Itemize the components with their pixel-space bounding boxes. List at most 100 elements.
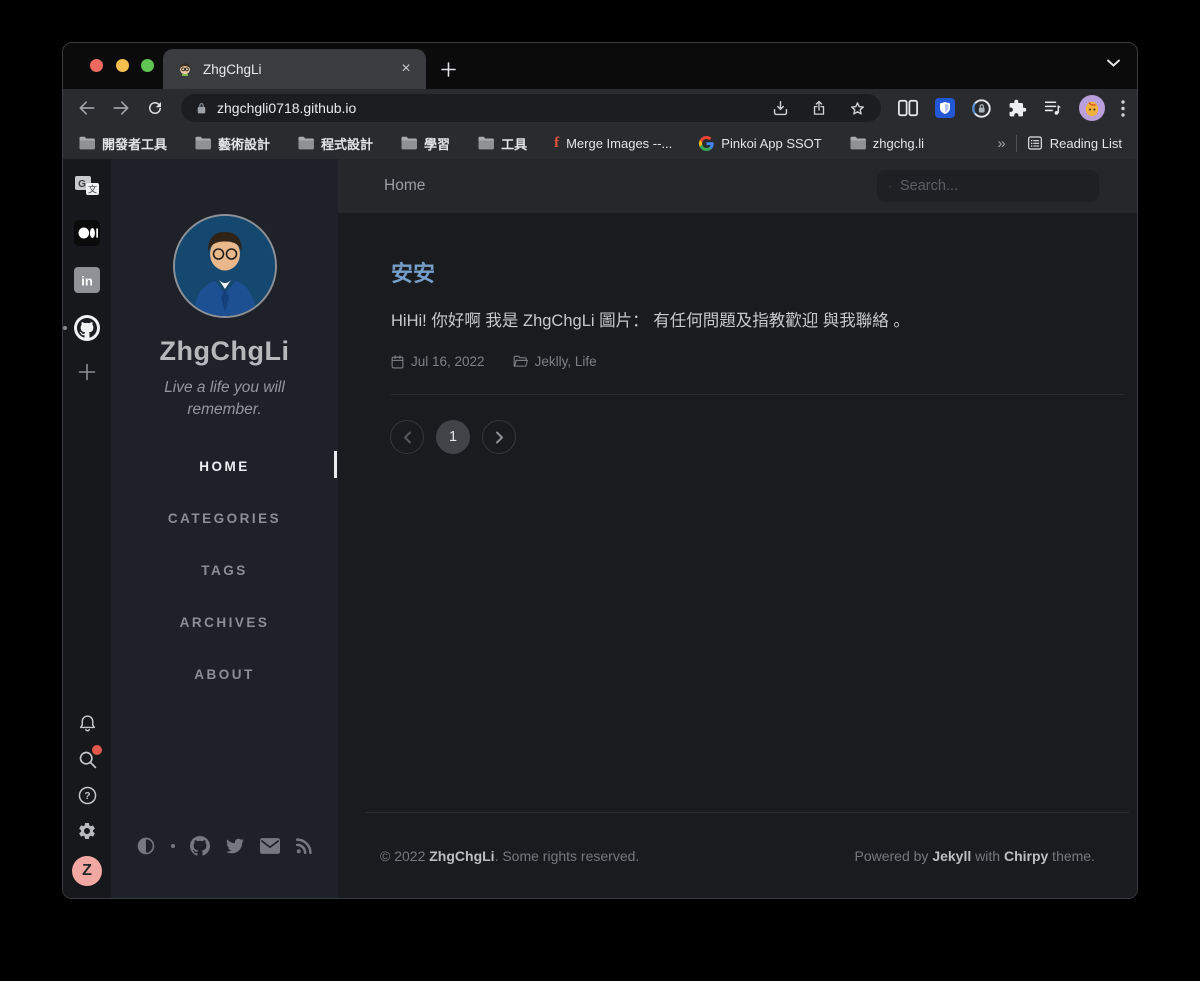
browser-tab[interactable]: ZhgChgLi × [163,49,426,89]
tab-search-chevron-icon[interactable] [1106,58,1121,68]
copyright-text: © 2022 ZhgChgLi. Some rights reserved. [380,848,639,864]
calendar-icon [391,355,404,369]
bookmarks-divider [1016,135,1017,152]
folder-icon [849,136,866,150]
search-input[interactable] [900,178,1087,194]
folder-open-icon [513,355,528,368]
sidebar-item-archives[interactable]: ARCHIVES [111,597,338,649]
tab-close-icon[interactable]: × [396,59,416,79]
notifications-bell-icon[interactable] [77,713,98,734]
previous-page-button[interactable] [390,420,424,454]
page-topbar: Home [338,159,1137,213]
sidebar-item-categories[interactable]: CATEGORIES [111,493,338,545]
svg-text:?: ? [84,791,90,802]
window-controls [90,59,154,72]
folder-icon [297,136,314,150]
post-categories[interactable]: Jeklly, Life [513,354,597,369]
lock-icon[interactable] [195,101,208,116]
google-translate-tab-icon[interactable]: G 文 [74,173,100,199]
add-tab-plus-icon[interactable] [78,363,96,381]
media-playlist-icon[interactable] [1043,99,1063,117]
post-date: Jul 16, 2022 [391,354,485,369]
bookmarks-bar: 開發者工具 藝術設計 程式設計 學習 工具 f Merge Images --.… [63,127,1137,159]
bookmark-folder-art[interactable]: 藝術設計 [194,134,270,153]
reload-icon[interactable] [141,94,169,122]
blog-sidebar: ZhgChgLi Live a life you will remember. … [111,159,338,898]
address-bar[interactable]: zhgchgli0718.github.io [181,94,881,122]
help-icon[interactable]: ? [77,785,98,806]
user-profile-avatar[interactable]: Z [72,856,102,886]
site-search[interactable] [877,170,1099,202]
email-link-icon[interactable] [260,838,280,854]
bookmark-folder-programming[interactable]: 程式設計 [297,134,373,153]
tab-title: ZhgChgLi [203,62,386,77]
download-icon[interactable] [771,99,790,118]
sidebar-item-home[interactable]: HOME [111,441,338,493]
bookmark-folder-zhgchgli[interactable]: zhgchg.li [849,136,924,151]
github-tab-icon[interactable] [73,314,101,342]
back-icon[interactable] [73,94,101,122]
reading-list-button[interactable]: Reading List [1027,135,1122,151]
split-view-icon[interactable] [897,98,919,118]
zoom-window-button[interactable] [141,59,154,72]
linkedin-tab-icon[interactable]: in [74,267,100,293]
minimize-window-button[interactable] [116,59,129,72]
svg-text:G: G [78,179,86,190]
post-title-link[interactable]: 安安 [391,256,1089,288]
twitter-link-icon[interactable] [225,837,245,855]
rail-search-icon[interactable] [77,749,98,770]
share-icon[interactable] [810,99,828,118]
notification-badge [92,745,102,755]
jekyll-link[interactable]: Jekyll [932,848,971,864]
site-title[interactable]: ZhgChgLi [160,336,290,367]
folder-icon [78,136,95,150]
svg-text:文: 文 [88,184,97,196]
sidebar-nav: HOME CATEGORIES TAGS ARCHIVES ABOUT [111,441,338,701]
extensions-puzzle-icon[interactable] [1008,99,1027,118]
forward-icon[interactable] [107,94,135,122]
rss-link-icon[interactable] [295,837,313,855]
profile-avatar[interactable] [1079,95,1105,121]
pagination: 1 [390,420,1137,454]
svg-text:in: in [81,274,93,289]
settings-gear-icon[interactable] [77,821,97,841]
site-favicon [177,61,193,77]
browser-menu-kebab-icon[interactable] [1121,100,1125,117]
profile-photo-avatar[interactable] [173,214,277,318]
bookmark-star-icon[interactable] [848,99,867,118]
separator-dot [171,844,175,848]
folder-icon [400,136,417,150]
folder-icon [477,136,494,150]
google-icon [699,136,714,151]
medium-tab-icon[interactable] [74,220,100,246]
current-page-button[interactable]: 1 [436,420,470,454]
bookmark-folder-learning[interactable]: 學習 [400,134,450,153]
powered-by-text: Powered by Jekyll with Chirpy theme. [855,848,1096,864]
content-divider [391,394,1124,395]
main-panel: Home 安安 HiHi! 你好啊 我是 ZhgChgLi 圖片： 有任何問題及… [338,159,1137,898]
github-link-icon[interactable] [190,836,210,856]
sidebar-item-tags[interactable]: TAGS [111,545,338,597]
post-excerpt: HiHi! 你好啊 我是 ZhgChgLi 圖片： 有任何問題及指教歡迎 與我聯… [391,307,1089,331]
new-tab-button[interactable] [434,55,462,83]
site-tagline: Live a life you will remember. [140,377,310,422]
close-window-button[interactable] [90,59,103,72]
chirpy-link[interactable]: Chirpy [1004,848,1048,864]
next-page-button[interactable] [482,420,516,454]
bookmarks-overflow-chevron[interactable]: » [997,135,1005,152]
bookmark-folder-tools[interactable]: 工具 [477,134,527,153]
browser-window: ZhgChgLi × [62,42,1138,899]
bitwarden-extension-icon[interactable] [935,98,955,118]
vertical-tab-rail: G 文 in [63,159,111,898]
f-letter-icon: f [554,135,559,152]
bookmark-merge-images[interactable]: f Merge Images --... [554,135,672,152]
page-footer: © 2022 ZhgChgLi. Some rights reserved. P… [338,813,1137,898]
reading-list-icon [1027,135,1043,151]
active-nav-indicator [334,451,337,478]
bookmark-pinkoi-app-ssot[interactable]: Pinkoi App SSOT [699,136,821,151]
sidebar-item-about[interactable]: ABOUT [111,649,338,701]
theme-toggle-icon[interactable] [136,836,156,856]
privacy-lock-extension-icon[interactable] [971,98,992,119]
breadcrumb[interactable]: Home [384,177,425,195]
bookmark-folder-devtools[interactable]: 開發者工具 [78,134,167,153]
